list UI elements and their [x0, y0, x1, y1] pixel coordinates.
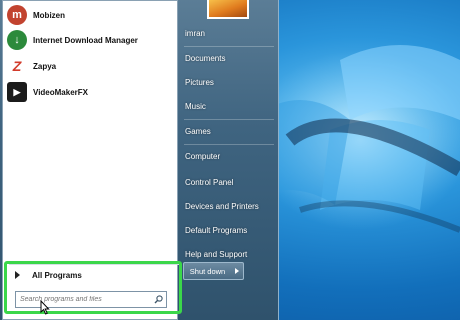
user-avatar[interactable]: [207, 0, 249, 19]
mobizen-icon: m: [7, 5, 27, 25]
right-pane-item-music[interactable]: Music: [185, 98, 275, 116]
shutdown-options-button[interactable]: [230, 262, 244, 280]
program-item-videomakerfx[interactable]: ▶ VideoMakerFX: [7, 81, 173, 103]
zapya-icon: Z: [7, 56, 27, 76]
shutdown-button[interactable]: Shut down: [183, 262, 232, 280]
idm-icon: ↓: [7, 30, 27, 50]
separator: [184, 144, 274, 145]
program-label: Mobizen: [33, 10, 65, 20]
right-pane-item-games[interactable]: Games: [185, 123, 275, 141]
program-item-mobizen[interactable]: m Mobizen: [7, 4, 173, 26]
program-label: Internet Download Manager: [33, 35, 138, 45]
chevron-right-icon: [234, 268, 239, 274]
right-pane-item-control-panel[interactable]: Control Panel: [185, 174, 275, 192]
start-menu: m Mobizen ↓ Internet Download Manager Z …: [0, 0, 279, 320]
right-pane-item-documents[interactable]: Documents: [185, 50, 275, 68]
program-label: Zapya: [33, 61, 57, 71]
videomakerfx-icon: ▶: [7, 82, 27, 102]
program-label: VideoMakerFX: [33, 87, 88, 97]
separator: [184, 119, 274, 120]
mouse-cursor-icon: [40, 299, 50, 317]
program-item-internet-download-manager[interactable]: ↓ Internet Download Manager: [7, 29, 173, 51]
program-item-zapya[interactable]: Z Zapya: [7, 55, 173, 77]
right-pane-item-default-programs[interactable]: Default Programs: [185, 222, 275, 240]
right-pane-user[interactable]: imran: [185, 25, 275, 43]
right-pane-item-devices-and-printers[interactable]: Devices and Printers: [185, 198, 275, 216]
right-pane-item-pictures[interactable]: Pictures: [185, 74, 275, 92]
highlight-box: [4, 261, 182, 314]
separator: [184, 46, 274, 47]
right-pane-item-computer[interactable]: Computer: [185, 148, 275, 166]
